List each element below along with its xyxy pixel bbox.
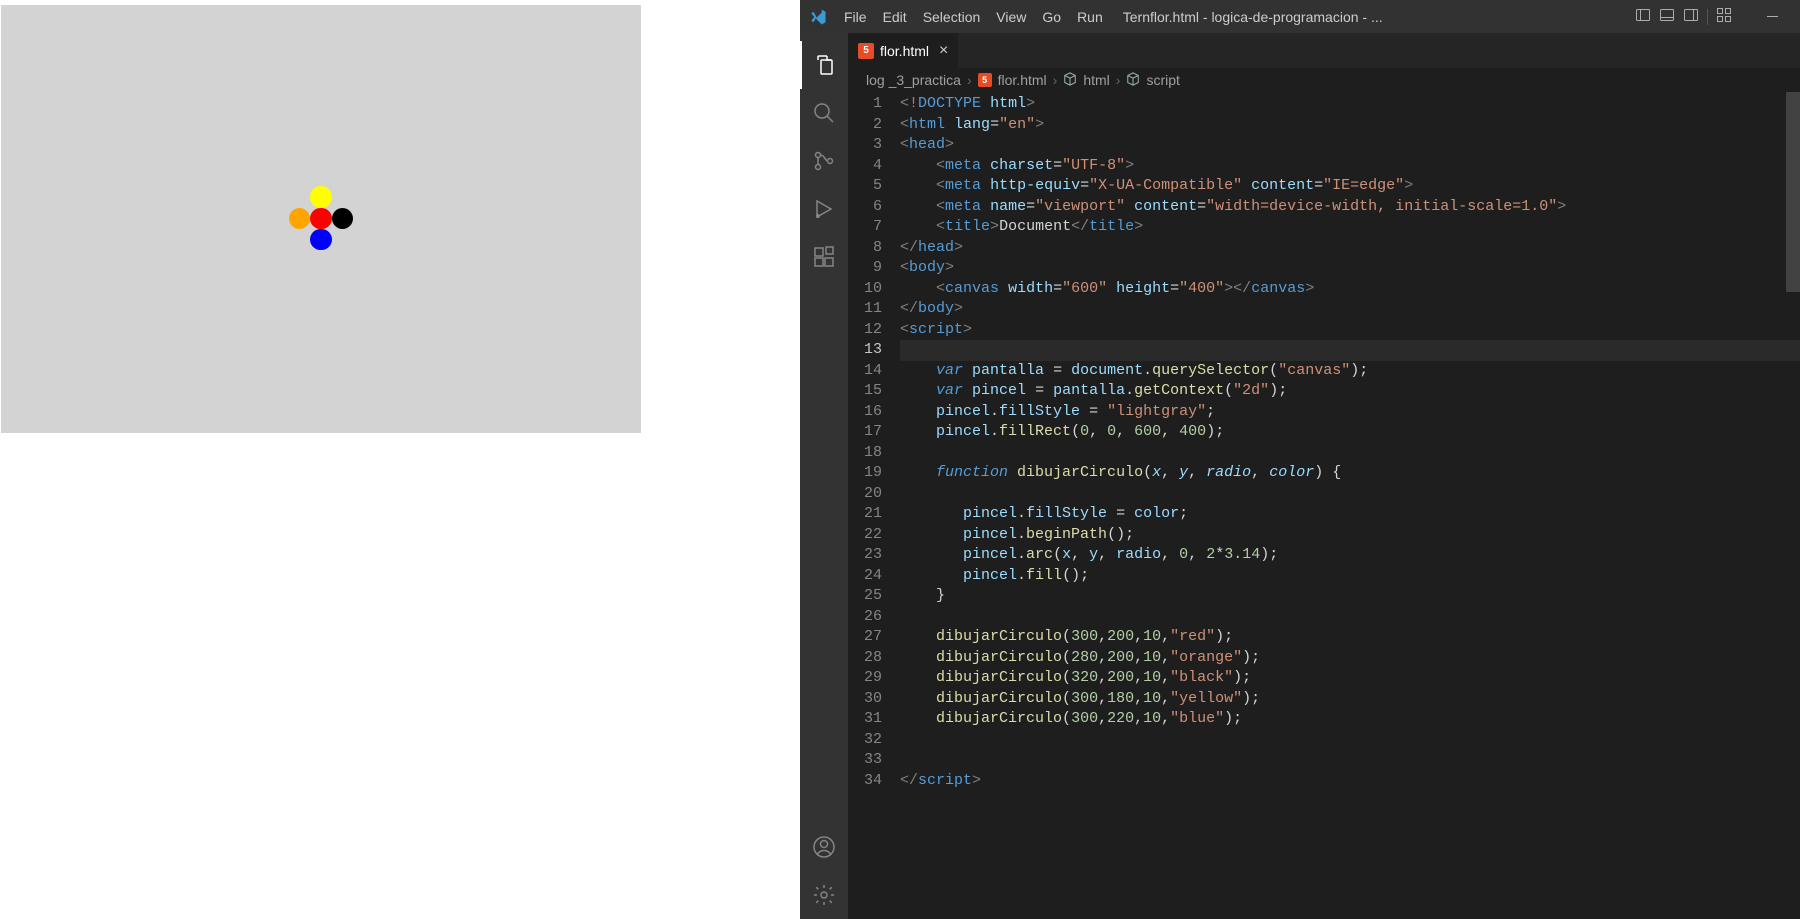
menu-selection[interactable]: Selection [915, 5, 989, 29]
tab-bar: 5 flor.html × [848, 33, 1800, 68]
editor-area: 5 flor.html × log _3_practica › 5 flor.h… [848, 33, 1800, 919]
code-content[interactable]: <!DOCTYPE html><html lang="en"><head> <m… [900, 92, 1800, 919]
titlebar: FileEditSelectionViewGoRun Ternflor.html… [800, 0, 1800, 33]
menu-go[interactable]: Go [1034, 5, 1069, 29]
rendered-page [0, 0, 800, 919]
vertical-scrollbar[interactable] [1786, 92, 1800, 919]
explorer-icon[interactable] [800, 41, 848, 89]
chevron-right-icon: › [967, 72, 972, 88]
breadcrumb-segment[interactable]: html [1083, 72, 1109, 88]
extensions-icon[interactable] [800, 233, 848, 281]
activity-bar [800, 33, 848, 919]
source-control-icon[interactable] [800, 137, 848, 185]
circle-black [332, 208, 353, 229]
menu-view[interactable]: View [988, 5, 1034, 29]
menu-bar: FileEditSelectionViewGoRun [836, 5, 1111, 29]
window-title: Ternflor.html - logica-de-programacion -… [1115, 9, 1631, 25]
canvas-output [1, 5, 641, 433]
layout-bottom-icon[interactable] [1659, 7, 1675, 26]
settings-gear-icon[interactable] [800, 871, 848, 919]
breadcrumb-segment[interactable]: flor.html [998, 72, 1047, 88]
symbol-icon [1063, 72, 1077, 89]
menu-file[interactable]: File [836, 5, 875, 29]
circle-red [310, 208, 331, 229]
vscode-logo-icon [808, 7, 828, 27]
chevron-right-icon: › [1053, 72, 1058, 88]
layout-right-icon[interactable] [1683, 7, 1699, 26]
circle-yellow [310, 186, 331, 207]
tab-label: flor.html [880, 43, 929, 59]
accounts-icon[interactable] [800, 823, 848, 871]
minimize-button[interactable] [1752, 0, 1792, 33]
line-gutter: 1234567891011121314151617181920212223242… [848, 92, 900, 919]
layout-customize-icon[interactable] [1716, 7, 1732, 26]
breadcrumb[interactable]: log _3_practica › 5 flor.html › html › s… [848, 68, 1800, 92]
code-editor[interactable]: 1234567891011121314151617181920212223242… [848, 92, 1800, 919]
breadcrumb-segment[interactable]: script [1146, 72, 1179, 88]
menu-run[interactable]: Run [1069, 5, 1111, 29]
circle-blue [310, 229, 331, 250]
chevron-right-icon: › [1116, 72, 1121, 88]
vscode-window: FileEditSelectionViewGoRun Ternflor.html… [800, 0, 1800, 919]
menu-edit[interactable]: Edit [875, 5, 915, 29]
symbol-icon [1126, 72, 1140, 89]
html5-icon: 5 [978, 73, 992, 87]
tab-flor-html[interactable]: 5 flor.html × [848, 33, 959, 68]
close-tab-icon[interactable]: × [939, 42, 948, 60]
html5-icon: 5 [858, 43, 874, 59]
circle-orange [289, 208, 310, 229]
layout-controls [1635, 7, 1732, 26]
run-debug-icon[interactable] [800, 185, 848, 233]
layout-left-icon[interactable] [1635, 7, 1651, 26]
breadcrumb-segment[interactable]: log _3_practica [866, 72, 961, 88]
search-icon[interactable] [800, 89, 848, 137]
